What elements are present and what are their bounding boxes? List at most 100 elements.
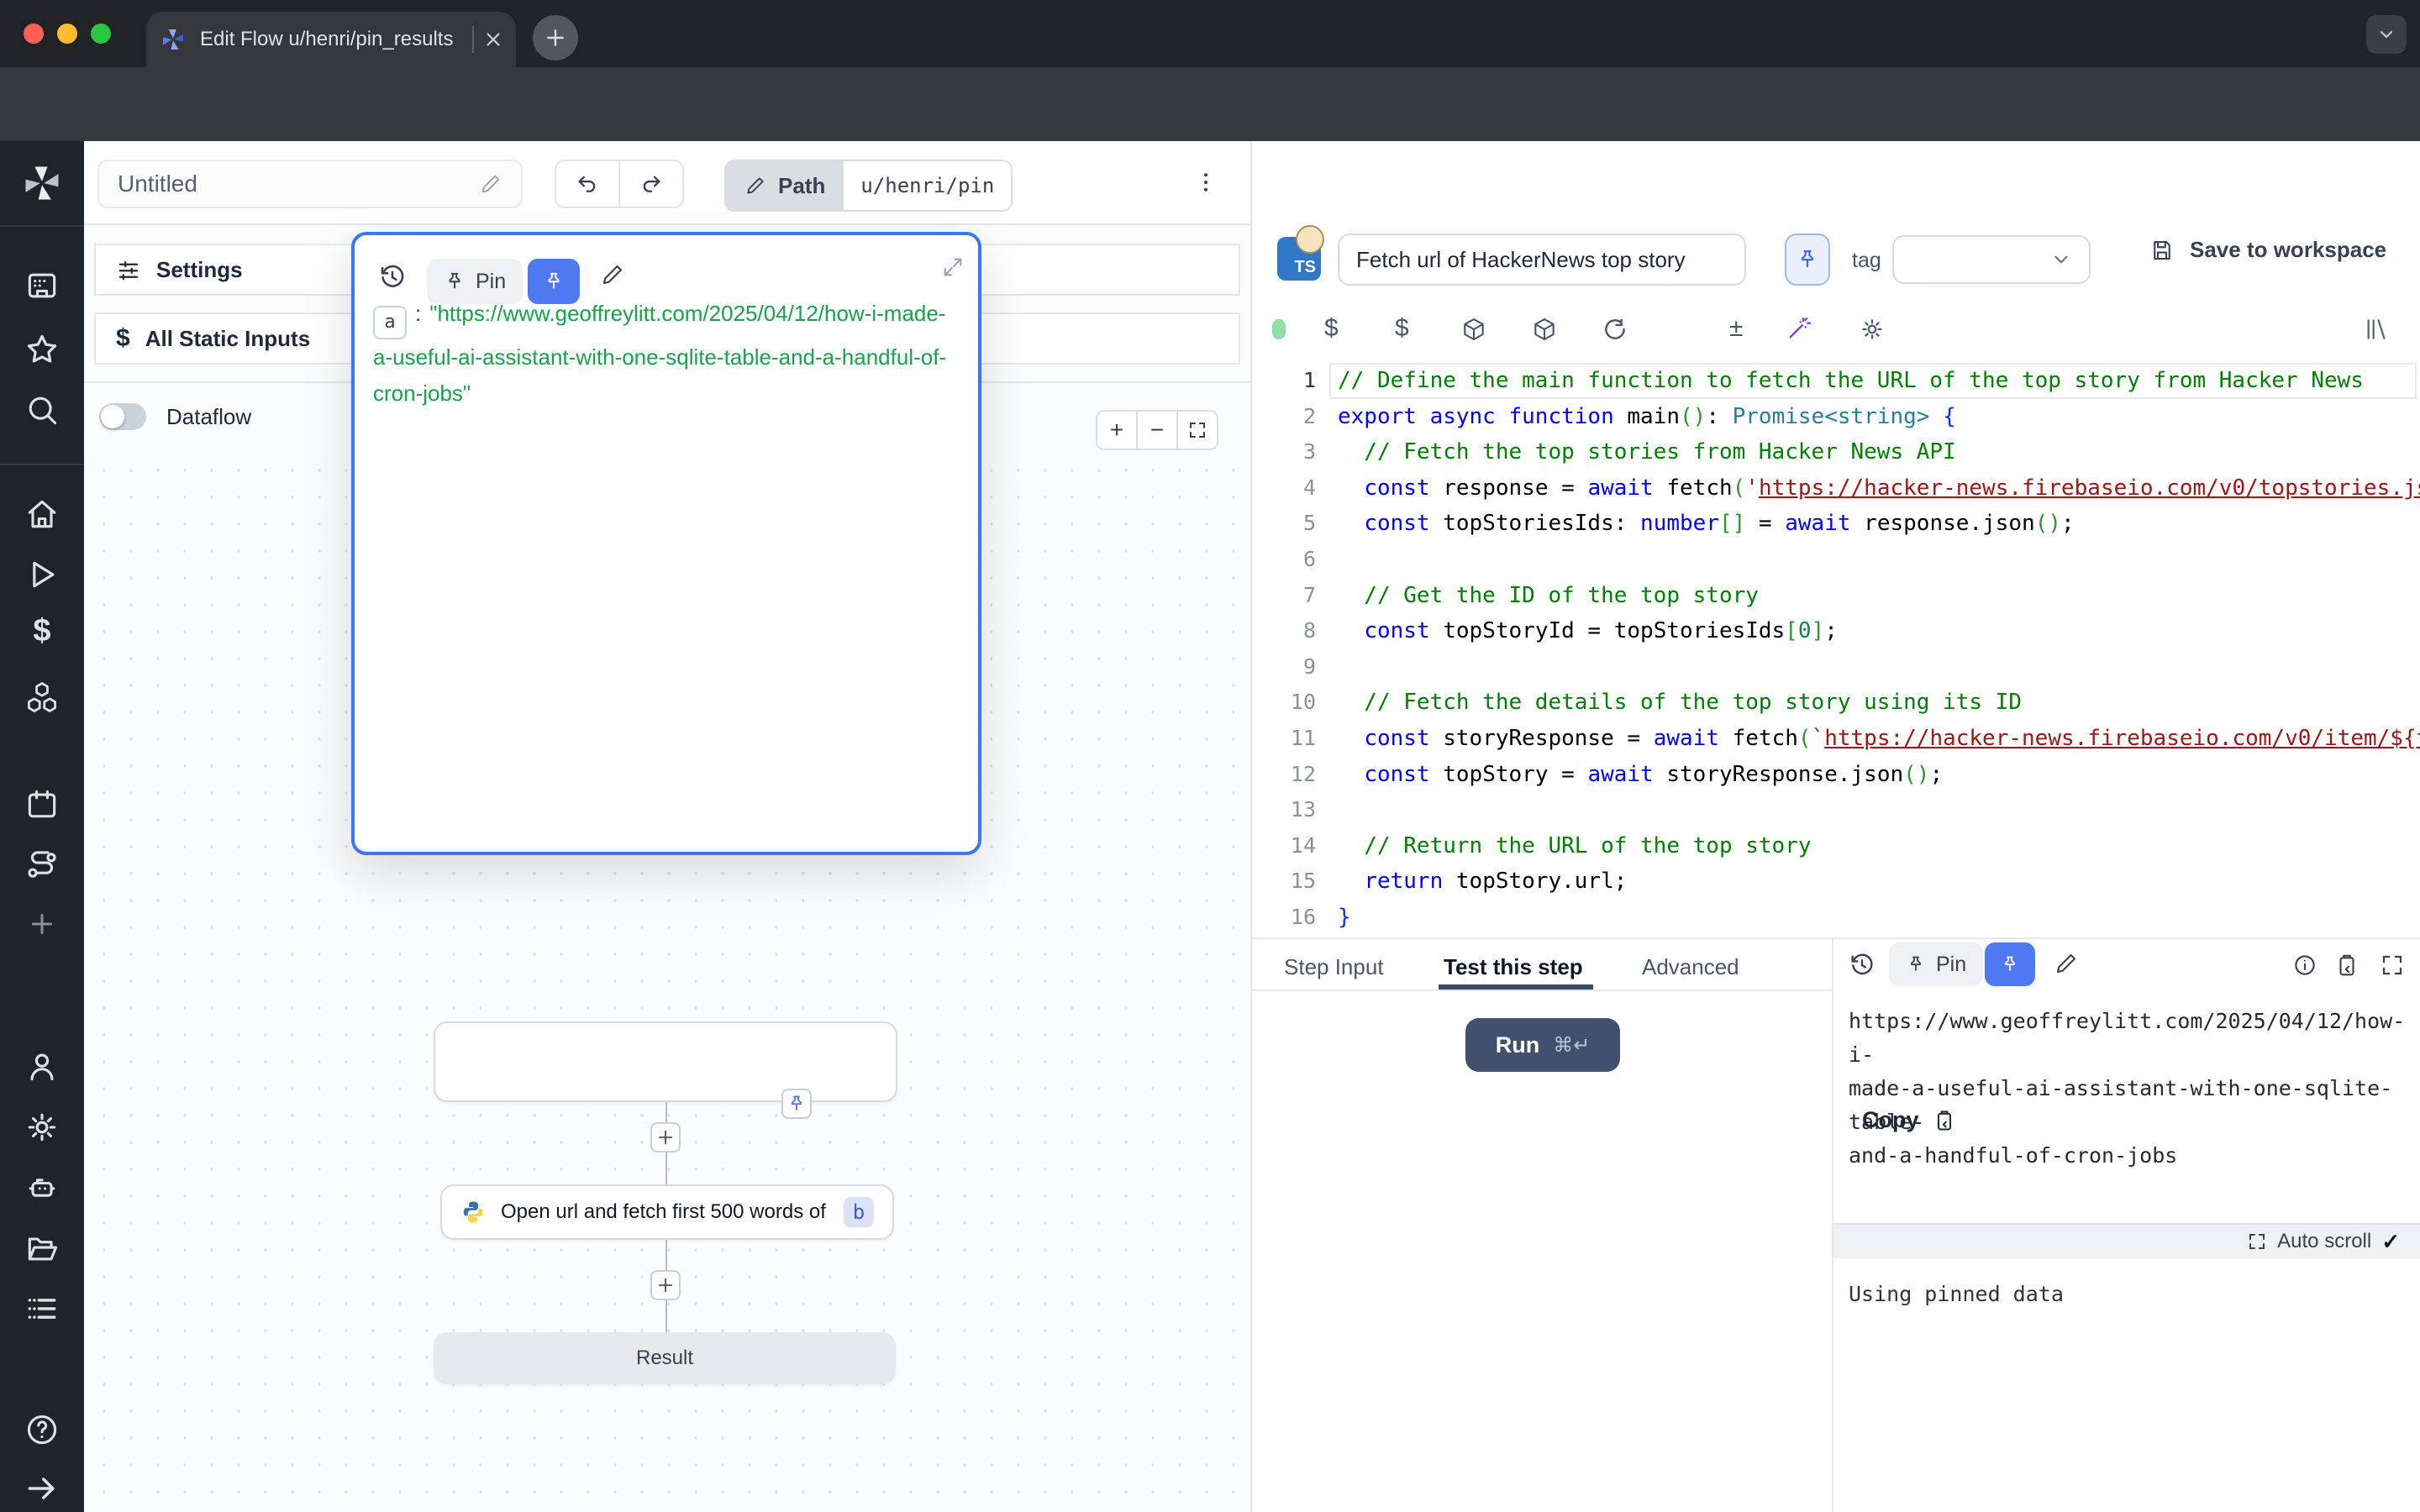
code-line[interactable]: // Get the ID of the top story <box>1338 578 2420 614</box>
sidebar-item-resources-icon[interactable] <box>24 679 60 716</box>
history-icon[interactable] <box>378 262 407 291</box>
auto-scroll-bar: Auto scroll ✓ <box>1833 1223 2420 1258</box>
tab-search-button[interactable] <box>2366 15 2407 54</box>
step-title-input[interactable]: Fetch url of HackerNews top story <box>1338 234 1746 286</box>
result-pin-button[interactable]: Pin <box>1889 942 1983 986</box>
tab-advanced[interactable]: Advanced <box>1642 954 1739 980</box>
expand-logs-icon[interactable] <box>2247 1231 2267 1252</box>
code-line[interactable]: export async function main(): Promise<st… <box>1338 399 2420 435</box>
edit-pencil-icon[interactable] <box>2054 951 2079 976</box>
variables-icon[interactable]: $ <box>1324 314 1339 343</box>
code-line[interactable] <box>1338 649 2420 685</box>
sidebar-item-logs-icon[interactable] <box>24 1290 60 1327</box>
undo-button[interactable] <box>555 160 620 208</box>
info-icon[interactable] <box>2292 953 2317 978</box>
plus-icon <box>656 1276 675 1294</box>
library-panel-icon[interactable] <box>2363 316 2390 343</box>
code-editor[interactable]: 12345678910111213141516 // Define the ma… <box>1252 358 2420 937</box>
windmill-favicon <box>160 26 187 53</box>
dataflow-toggle[interactable] <box>99 403 146 430</box>
add-step-button[interactable] <box>650 1270 681 1300</box>
flow-node-b[interactable]: Open url and fetch first 500 words of ..… <box>440 1184 894 1240</box>
result-value[interactable]: https://www.geoffreylitt.com/2025/04/12/… <box>1849 1005 2403 1173</box>
sidebar-item-favorites-icon[interactable] <box>24 331 60 368</box>
sidebar-item-apps-icon[interactable] <box>24 267 60 304</box>
zoom-in-button[interactable]: + <box>1096 410 1138 450</box>
diff-mode-icon[interactable]: ± <box>1729 314 1743 343</box>
sidebar-item-settings-icon[interactable] <box>24 1109 60 1146</box>
more-options-icon[interactable] <box>1193 170 1218 195</box>
new-tab-button[interactable] <box>533 15 578 60</box>
code-line[interactable]: } <box>1338 900 2420 936</box>
browser-tab[interactable]: Edit Flow u/henri/pin_results <box>146 12 516 67</box>
tab-close-icon[interactable] <box>484 30 502 49</box>
package-icon[interactable] <box>1531 316 1558 343</box>
sidebar-item-variables-icon[interactable]: $ <box>24 613 60 650</box>
code-line[interactable]: const topStoriesIds: number[] = await re… <box>1338 506 2420 542</box>
zoom-out-button[interactable]: − <box>1136 410 1178 450</box>
ai-assistant-icon[interactable] <box>1785 316 1812 343</box>
package-icon[interactable] <box>1460 316 1487 343</box>
tab-test-this-step[interactable]: Test this step <box>1444 954 1583 980</box>
window-zoom-button[interactable] <box>91 24 111 44</box>
sidebar-item-schedules-icon[interactable] <box>24 786 60 823</box>
bottom-divider <box>1252 937 2420 939</box>
pinned-value[interactable]: a:"https://www.geoffreylitt.com/2025/04/… <box>373 296 958 412</box>
history-icon[interactable] <box>1849 951 1876 978</box>
sidebar-item-folders-icon[interactable] <box>24 1230 60 1267</box>
edit-pencil-icon[interactable] <box>600 262 625 287</box>
run-button[interactable]: Run ⌘↵ <box>1465 1018 1620 1072</box>
sidebar-item-flows-icon[interactable] <box>24 847 60 884</box>
redo-button[interactable] <box>618 160 684 208</box>
step-pin-button[interactable] <box>1785 234 1830 286</box>
result-pinned-toggle[interactable] <box>1985 942 2035 986</box>
window-close-button[interactable] <box>24 24 44 44</box>
path-value-box[interactable]: u/henri/pin <box>844 161 1011 210</box>
code-line[interactable]: // Define the main function to fetch the… <box>1338 363 2420 399</box>
sidebar-item-search-icon[interactable] <box>24 391 60 428</box>
flow-node-result[interactable]: Result <box>434 1332 896 1384</box>
sidebar-item-add-icon[interactable] <box>27 909 57 939</box>
code-line[interactable]: return topStory.url; <box>1338 864 2420 900</box>
code-line[interactable]: // Fetch the details of the top story us… <box>1338 685 2420 721</box>
editor-settings-icon[interactable] <box>1859 316 1886 343</box>
sidebar-item-runs-icon[interactable] <box>24 556 60 593</box>
node-a-pin-badge[interactable] <box>781 1089 812 1119</box>
expand-sidebar-icon[interactable] <box>24 1470 60 1507</box>
code-line[interactable]: // Return the URL of the top story <box>1338 828 2420 864</box>
code-line[interactable]: const response = await fetch('https://ha… <box>1338 470 2420 507</box>
code-line[interactable]: // Fetch the top stories from Hacker New… <box>1338 434 2420 470</box>
windmill-logo[interactable] <box>20 161 64 205</box>
reset-icon[interactable] <box>1602 316 1628 343</box>
check-icon[interactable]: ✓ <box>2381 1229 2400 1255</box>
auto-scroll-label[interactable]: Auto scroll <box>2277 1230 2371 1253</box>
pin-icon <box>1796 248 1819 271</box>
code-line[interactable] <box>1338 542 2420 578</box>
fit-view-button[interactable] <box>1176 410 1218 450</box>
node-b-label: Open url and fetch first 500 words of ..… <box>501 1200 829 1224</box>
help-icon[interactable] <box>24 1411 60 1448</box>
lang-status-dot <box>1272 319 1286 339</box>
flow-name-field[interactable]: Untitled <box>97 160 523 208</box>
code-line[interactable] <box>1338 792 2420 828</box>
expand-popup-icon[interactable] <box>941 255 965 279</box>
save-to-workspace-button[interactable]: Save to workspace <box>2149 237 2386 263</box>
clipboard-icon[interactable] <box>2334 953 2360 978</box>
add-step-button[interactable] <box>650 1122 681 1152</box>
path-edit-button[interactable]: Path <box>726 161 844 210</box>
sidebar-item-workers-icon[interactable] <box>24 1169 60 1206</box>
copy-button[interactable]: Copy <box>1862 1107 1956 1133</box>
code-line[interactable]: const topStoryId = topStoriesIds[0]; <box>1338 613 2420 649</box>
sidebar-item-home-icon[interactable] <box>24 496 60 533</box>
tab-step-input[interactable]: Step Input <box>1284 954 1384 980</box>
resources-icon[interactable]: $ <box>1395 314 1409 343</box>
sidebar-item-users-icon[interactable] <box>24 1048 60 1085</box>
tag-select[interactable] <box>1892 235 2091 284</box>
expand-result-icon[interactable] <box>2380 953 2405 978</box>
fullscreen-icon <box>1187 420 1207 440</box>
code-line[interactable]: const storyResponse = await fetch(`https… <box>1338 721 2420 757</box>
window-minimize-button[interactable] <box>57 24 77 44</box>
code-content[interactable]: // Define the main function to fetch the… <box>1338 363 2420 936</box>
code-line[interactable]: const topStory = await storyResponse.jso… <box>1338 757 2420 793</box>
flow-node-a[interactable] <box>434 1021 897 1102</box>
